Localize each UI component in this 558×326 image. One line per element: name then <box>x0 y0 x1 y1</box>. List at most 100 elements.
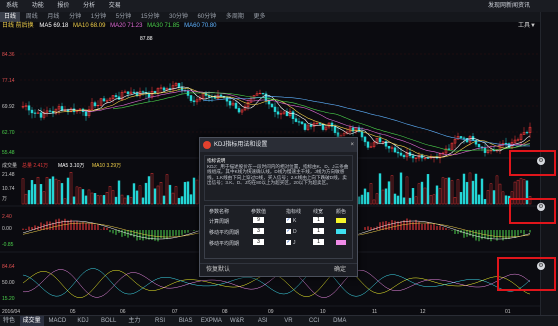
color-swatch[interactable] <box>336 218 346 223</box>
param-value-input[interactable]: 9 <box>253 217 264 223</box>
volume-bar <box>33 184 37 205</box>
line-k-checkbox[interactable]: ✓ <box>286 218 291 223</box>
volume-total: 总量 2.41万 <box>22 162 48 169</box>
candle <box>291 111 295 120</box>
candle <box>102 98 106 102</box>
tab-month[interactable]: 月线 <box>43 12 63 22</box>
volume-bar <box>192 177 196 205</box>
volume-bar <box>471 180 475 205</box>
candle <box>189 95 193 102</box>
gear-icon[interactable]: ⚙ <box>537 203 545 211</box>
news-link[interactable]: 发现网新闻资讯 <box>488 0 530 12</box>
candle <box>525 132 529 134</box>
volume-bar <box>393 193 397 205</box>
price-axis-4: 62.70 <box>2 130 15 136</box>
volume-bar <box>363 188 367 205</box>
param-value-input[interactable]: 3 <box>253 228 264 234</box>
volume-ma10: MA10 3.29万 <box>92 163 121 169</box>
volume-bar <box>396 195 400 205</box>
line-d-checkbox[interactable]: ✓ <box>286 229 291 234</box>
ma-legend-label: 日线 前后换 <box>2 23 34 29</box>
app-logo-icon <box>203 141 211 149</box>
candle <box>459 136 463 139</box>
gear-icon[interactable]: ⚙ <box>537 157 545 165</box>
volume-bar <box>27 190 31 205</box>
reset-default-button[interactable]: 恢复默认 <box>206 264 230 276</box>
tab-1min[interactable]: 1分钟 <box>87 12 110 22</box>
candle <box>117 96 121 100</box>
volume-bar <box>144 182 148 205</box>
tab-day[interactable]: 日线 <box>0 12 21 22</box>
kdj-axis-3: 15.20 <box>2 296 15 302</box>
ma30-label: MA30 71.85 <box>147 23 180 29</box>
tab-minute[interactable]: 分钟 <box>65 12 85 22</box>
line-j-checkbox[interactable]: ✓ <box>286 240 291 245</box>
candle <box>399 152 403 156</box>
volume-bar <box>147 176 151 205</box>
candle <box>276 111 280 115</box>
indicator-description: 指标说明 KDJ：用于描述股价在一段时间内的相对位置，指标由K、D、J三条曲线组… <box>204 155 353 201</box>
param-value-input[interactable]: 3 <box>253 239 264 245</box>
close-icon[interactable]: × <box>350 138 354 152</box>
candle <box>270 103 274 108</box>
candle <box>27 105 31 111</box>
candle <box>396 151 400 154</box>
volume-bar <box>399 172 403 205</box>
candle <box>228 100 232 106</box>
dialog-title: KDJ指标用法和设置 <box>214 142 268 148</box>
param-name: 计算周期 <box>209 219 230 225</box>
volume-bar <box>66 177 70 205</box>
price-axis-2: 77.14 <box>2 78 15 84</box>
tab-multi[interactable]: 多周期 <box>222 12 248 22</box>
confirm-button[interactable]: 确定 <box>334 264 346 276</box>
volume-bar <box>402 197 406 205</box>
volume-bar <box>366 192 370 205</box>
price-axis-3: 69.92 <box>2 104 15 110</box>
tools-menu[interactable]: 工具▼ <box>518 22 536 30</box>
candle <box>168 88 172 90</box>
ma5-label: MA5 69.18 <box>39 23 69 29</box>
candle <box>477 143 481 148</box>
candle <box>360 131 364 138</box>
volume-label: 成交量 <box>2 162 17 169</box>
menu-item-system[interactable]: 系统 <box>6 0 18 12</box>
kdj-settings-dialog: KDJ指标用法和设置 × 指标说明 KDJ：用于描述股价在一段时间内的相对位置，… <box>199 137 358 277</box>
menu-item-function[interactable]: 功能 <box>32 0 44 12</box>
candle <box>177 83 181 88</box>
ma60-label: MA60 70.80 <box>184 23 217 29</box>
candle <box>126 91 130 95</box>
candle <box>333 126 337 133</box>
volume-bar <box>189 194 193 205</box>
tab-15min[interactable]: 15分钟 <box>137 12 164 22</box>
candle <box>426 157 430 159</box>
candle <box>93 102 97 107</box>
color-swatch[interactable] <box>336 240 346 245</box>
candle <box>330 122 334 127</box>
volume-bar <box>477 194 481 205</box>
line-width-input[interactable]: 1 <box>313 217 324 223</box>
line-name: K <box>293 218 297 224</box>
volume-bar <box>39 184 43 205</box>
color-swatch[interactable] <box>336 229 346 234</box>
tab-week[interactable]: 周线 <box>22 12 42 22</box>
volume-bar <box>153 188 157 205</box>
line-width-input[interactable]: 1 <box>313 239 324 245</box>
tab-60min[interactable]: 60分钟 <box>194 12 221 22</box>
line-width-input[interactable]: 1 <box>313 228 324 234</box>
volume-bar <box>60 183 64 205</box>
volume-bar <box>162 195 166 205</box>
volume-bar <box>114 196 118 205</box>
volume-bar <box>435 185 439 205</box>
gear-icon[interactable]: ⚙ <box>537 262 545 270</box>
volume-bar <box>462 173 466 205</box>
tab-5min[interactable]: 5分钟 <box>112 12 135 22</box>
volume-bar <box>357 196 361 205</box>
highlight-box-macd <box>509 198 556 224</box>
volume-bar <box>30 180 34 205</box>
menu-item-quote[interactable]: 报价 <box>57 0 69 12</box>
tab-30min[interactable]: 30分钟 <box>165 12 192 22</box>
menu-item-analysis[interactable]: 分析 <box>83 0 95 12</box>
candle <box>309 124 313 127</box>
tab-more[interactable]: 更多 <box>250 12 270 22</box>
menu-item-trade[interactable]: 交易 <box>109 0 121 12</box>
